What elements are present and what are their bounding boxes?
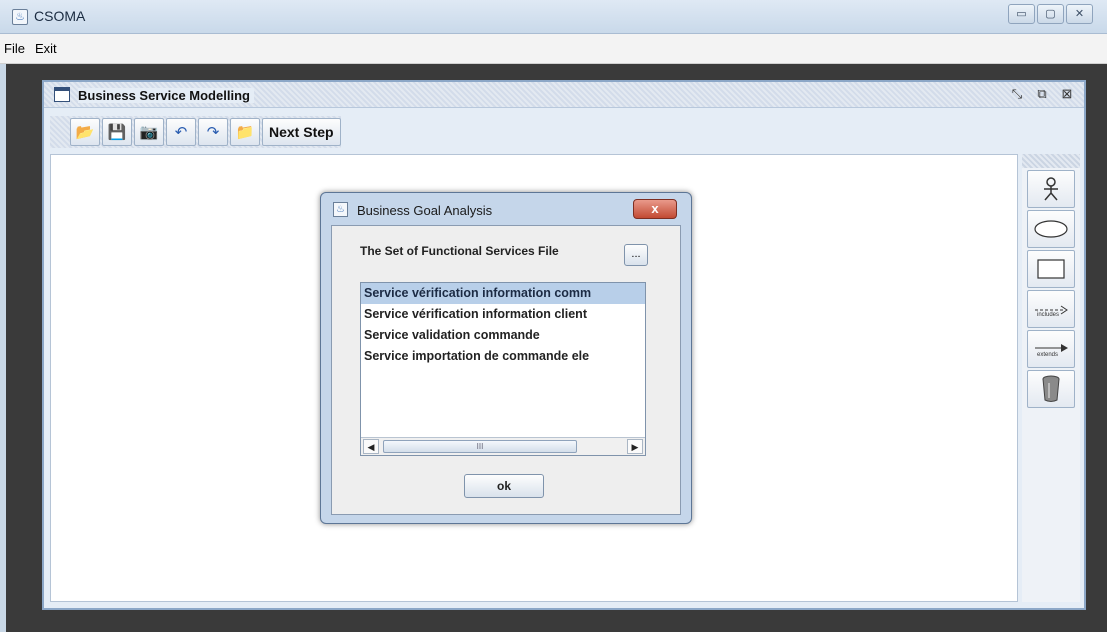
actor-icon[interactable] [1027, 170, 1075, 208]
include-label: includes [1037, 312, 1059, 317]
trash-icon[interactable] [1027, 370, 1075, 408]
list-item[interactable]: Service validation commande [361, 325, 645, 346]
palette-grip[interactable] [1022, 154, 1080, 168]
app-title: CSOMA [34, 8, 86, 24]
scroll-thumb[interactable]: III [383, 440, 577, 453]
include-arrow-icon[interactable]: includes [1027, 290, 1075, 328]
menu-exit[interactable]: Exit [35, 41, 57, 56]
open-folder-icon[interactable]: 📁 [230, 118, 260, 146]
camera-icon[interactable]: 📷 [134, 118, 164, 146]
save-icon[interactable]: 💾 [102, 118, 132, 146]
scroll-right-icon[interactable]: ▶ [627, 439, 643, 454]
frame-title: Business Service Modelling [78, 88, 254, 103]
frame-minimize-icon[interactable]: ⤡ [1006, 86, 1028, 104]
horizontal-scrollbar[interactable]: ◀ III ▶ [361, 437, 645, 455]
new-icon[interactable]: 📂 [70, 118, 100, 146]
dialog-titlebar[interactable]: ♨ Business Goal Analysis x [321, 193, 691, 225]
menubar: File Exit [0, 34, 1107, 64]
undo-icon[interactable]: ↶ [166, 118, 196, 146]
maximize-button[interactable]: ▢ [1037, 4, 1064, 24]
menu-file[interactable]: File [4, 41, 25, 56]
app-titlebar: ♨ CSOMA ▭ ▢ ✕ [0, 0, 1107, 34]
redo-icon[interactable]: ↷ [198, 118, 228, 146]
frame-close-icon[interactable]: ⊠ [1056, 86, 1078, 104]
window-controls: ▭ ▢ ✕ [1006, 4, 1093, 24]
next-step-button[interactable]: Next Step [262, 118, 341, 146]
list-item[interactable]: Service importation de commande ele [361, 346, 645, 367]
tool-palette: includes extends [1022, 154, 1080, 602]
minimize-button[interactable]: ▭ [1008, 4, 1035, 24]
extend-label: extends [1037, 352, 1058, 357]
toolbar: 📂 💾 📷 ↶ ↷ 📁 Next Step [50, 116, 341, 148]
list-item[interactable]: Service vérification information client [361, 304, 645, 325]
extend-arrow-icon[interactable]: extends [1027, 330, 1075, 368]
frame-titlebar[interactable]: Business Service Modelling ⤡ ⧉ ⊠ [44, 82, 1084, 108]
business-goal-analysis-dialog: ♨ Business Goal Analysis x The Set of Fu… [320, 192, 692, 524]
ellipse-icon[interactable] [1027, 210, 1075, 248]
services-list[interactable]: Service vérification information comm Se… [360, 282, 646, 456]
frame-restore-icon[interactable]: ⧉ [1031, 86, 1053, 104]
browse-button[interactable]: ... [624, 244, 648, 266]
ok-button[interactable]: ok [464, 474, 544, 498]
close-button[interactable]: ✕ [1066, 4, 1093, 24]
java-icon: ♨ [333, 202, 348, 217]
frame-controls: ⤡ ⧉ ⊠ [1003, 86, 1078, 104]
rectangle-icon[interactable] [1027, 250, 1075, 288]
java-icon: ♨ [12, 9, 28, 25]
functional-services-file-label: The Set of Functional Services File [360, 244, 559, 258]
scroll-left-icon[interactable]: ◀ [363, 439, 379, 454]
frame-icon [54, 87, 70, 102]
dialog-title: Business Goal Analysis [357, 203, 493, 218]
dialog-body: The Set of Functional Services File ... … [331, 225, 681, 515]
list-item[interactable]: Service vérification information comm [361, 283, 645, 304]
dialog-close-button[interactable]: x [633, 199, 677, 219]
